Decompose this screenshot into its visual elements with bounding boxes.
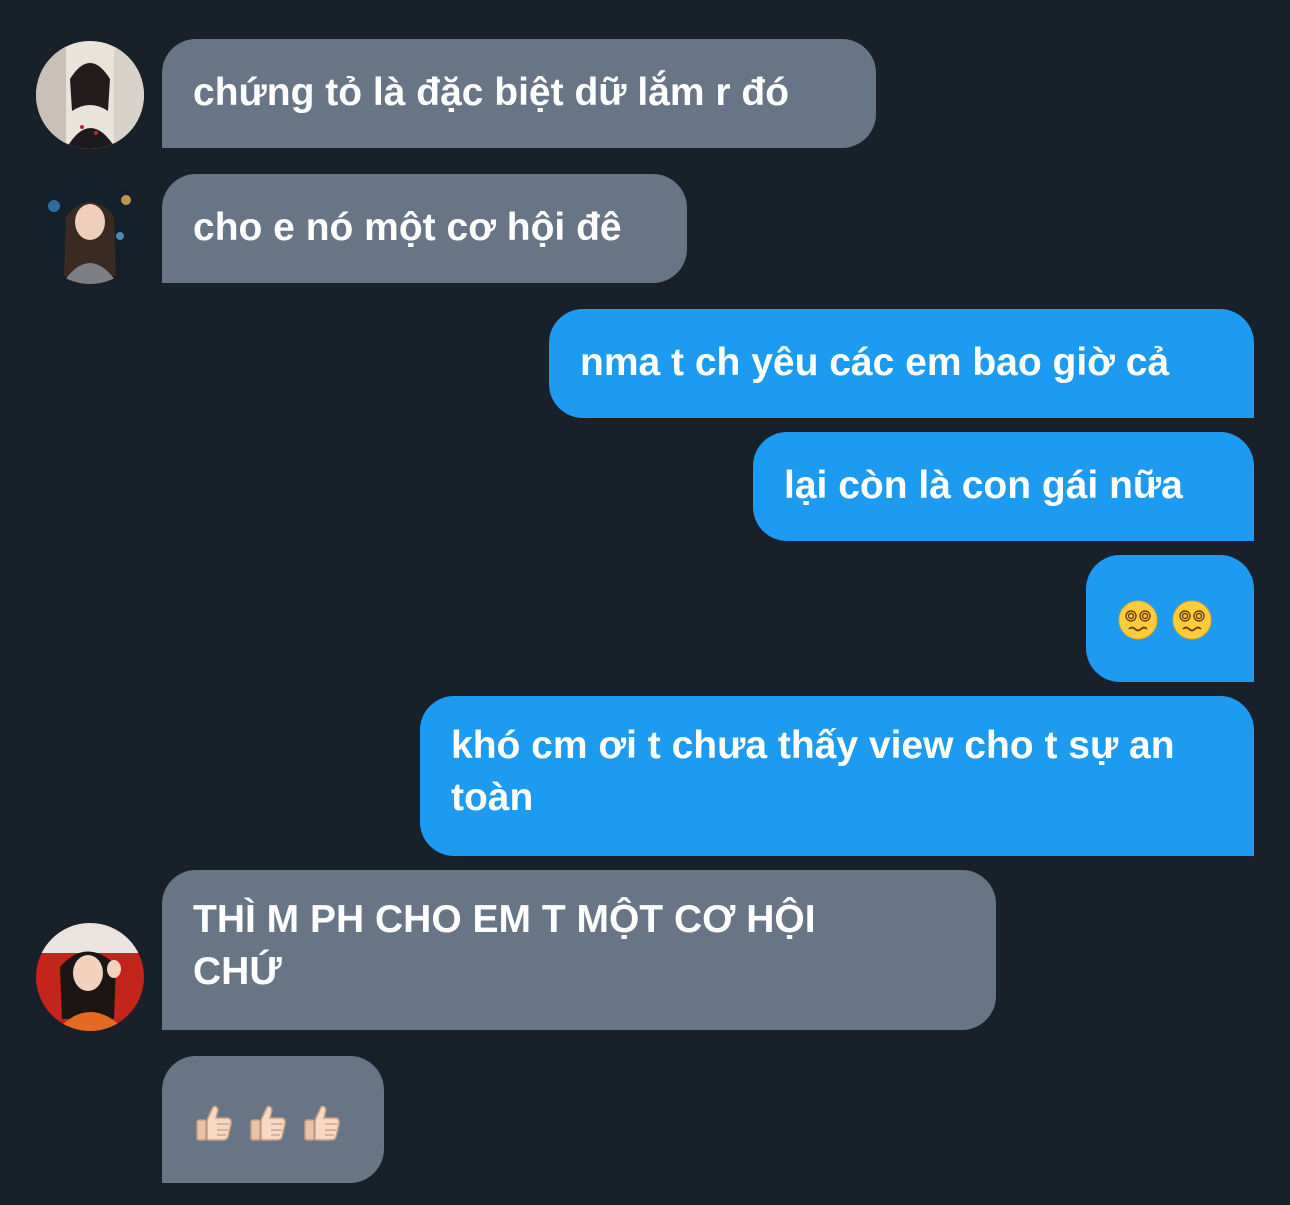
incoming-message[interactable]: chứng tỏ là đặc biệt dữ lắm r đó [162,39,876,148]
outgoing-message[interactable]: nma t ch yêu các em bao giờ cả [549,309,1254,418]
message-thread: chứng tỏ là đặc biệt dữ lắm r đó cho e n… [0,0,1290,1205]
outgoing-message[interactable]: 😵‍💫 😵‍💫 [1086,555,1254,682]
thumbs-up-icon [196,1105,232,1141]
incoming-message[interactable]: cho e nó một cơ hội đê [162,174,687,283]
outgoing-message[interactable]: khó cm ơi t chưa thấy view cho t sự an t… [420,696,1254,856]
outgoing-message[interactable]: lại còn là con gái nữa [753,432,1254,541]
message-text: 👍🏻 👍🏻 👍🏻 [162,1056,163,1057]
message-text: lại còn là con gái nữa [784,464,1183,507]
face-with-spiral-eyes-icon [1172,600,1212,640]
avatar[interactable] [36,41,144,149]
message-text: THÌ M PH CHO EM T MỘT CƠ HỘI CHỨ [193,898,816,993]
avatar[interactable] [36,923,144,1031]
message-text: cho e nó một cơ hội đê [193,206,622,249]
thumbs-up-icon [250,1105,286,1141]
message-text: chứng tỏ là đặc biệt dữ lắm r đó [193,71,790,114]
incoming-message[interactable]: THÌ M PH CHO EM T MỘT CƠ HỘI CHỨ [162,870,996,1030]
message-text: nma t ch yêu các em bao giờ cả [580,341,1170,384]
incoming-message[interactable]: 👍🏻 👍🏻 👍🏻 [162,1056,384,1183]
avatar[interactable] [36,176,144,284]
message-text: 😵‍💫 😵‍💫 [1086,555,1087,556]
face-with-spiral-eyes-icon [1118,600,1158,640]
message-text: khó cm ơi t chưa thấy view cho t sự an t… [451,724,1175,819]
thumbs-up-icon [304,1105,340,1141]
